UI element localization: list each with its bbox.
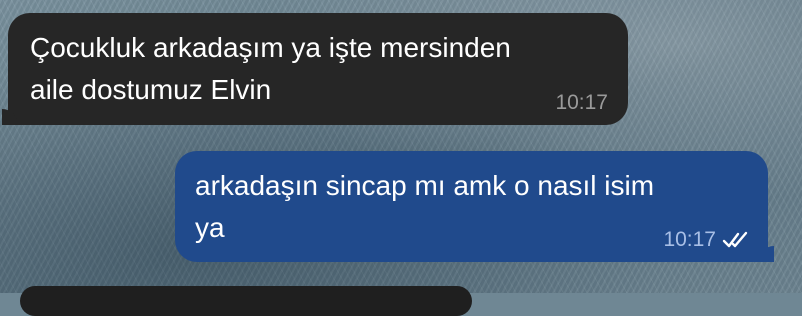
message-text: Çocukluk arkadaşım ya işte mersinden ail… — [30, 32, 511, 105]
message-time: 10:17 — [555, 91, 608, 114]
partial-message-bubble[interactable] — [20, 286, 472, 316]
outgoing-message-bubble[interactable]: arkadaşın sincap mı amk o nasıl isim ya … — [175, 151, 774, 262]
message-time: 10:17 — [663, 228, 716, 251]
message-meta: 10:17 — [663, 228, 752, 252]
message-meta: 10:17 — [555, 91, 608, 115]
bubble-tail — [2, 109, 18, 125]
bubble-tail — [758, 246, 774, 262]
incoming-message-bubble[interactable]: Çocukluk arkadaşım ya işte mersinden ail… — [2, 13, 628, 125]
double-check-icon — [722, 231, 748, 248]
